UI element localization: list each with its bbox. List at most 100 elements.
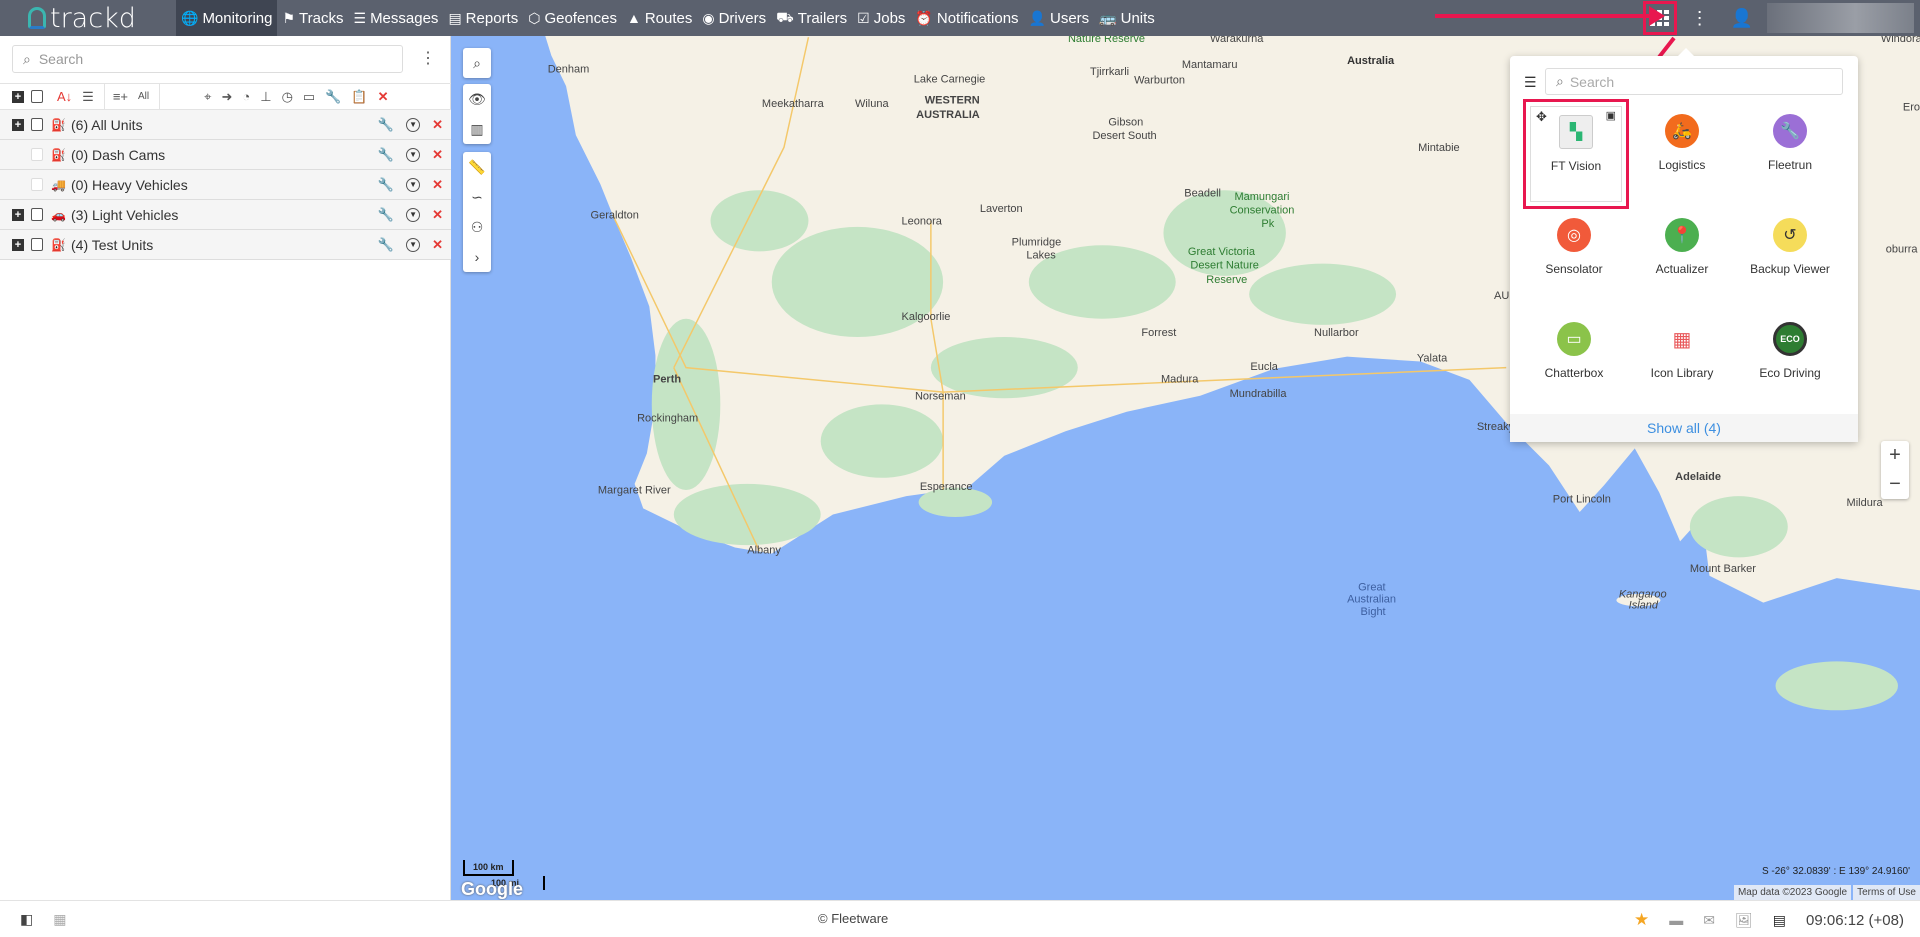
- search-icon: ⌕: [23, 50, 31, 67]
- favorite-star-icon[interactable]: ★: [1634, 910, 1649, 930]
- unit-group-row[interactable]: + 🚗 (3) Light Vehicles 🔧 ▼ ✕: [0, 200, 451, 230]
- chevron-right-icon[interactable]: ›: [463, 242, 491, 272]
- nodes-icon[interactable]: ⚇: [463, 212, 491, 242]
- nav-tracks[interactable]: ⚑ Tracks: [277, 0, 348, 36]
- nav-reports[interactable]: ▤ Reports: [443, 0, 523, 36]
- notifications-panel-icon[interactable]: ▬: [1669, 912, 1683, 928]
- row-checkbox[interactable]: [31, 208, 43, 221]
- clipboard-icon[interactable]: 📋: [351, 89, 367, 105]
- search-icon[interactable]: ⌕: [463, 48, 491, 78]
- dropdown-icon[interactable]: ▼: [406, 117, 421, 132]
- svg-text:Conservation: Conservation: [1230, 204, 1295, 216]
- routes-icon: ▲: [626, 10, 641, 26]
- delete-icon[interactable]: ✕: [432, 207, 443, 223]
- route-icon[interactable]: ∽: [463, 182, 491, 212]
- map-layers-icon[interactable]: ▥: [463, 114, 491, 144]
- unit-group-row[interactable]: + ⛽ (6) All Units 🔧 ▼ ✕: [0, 110, 451, 140]
- terms-link[interactable]: Terms of Use: [1853, 885, 1920, 900]
- nav-jobs[interactable]: ☑ Jobs: [852, 0, 910, 36]
- app-eco-driving[interactable]: ECO Eco Driving: [1736, 306, 1844, 410]
- eye-icon[interactable]: 👁: [463, 84, 491, 114]
- svg-text:Windorah: Windorah: [1881, 36, 1920, 45]
- zoom-in-button[interactable]: +: [1881, 441, 1909, 470]
- map-search-control[interactable]: ⌕: [463, 48, 491, 78]
- select-all-checkbox[interactable]: [31, 90, 43, 103]
- messages-icon[interactable]: ✉: [1703, 912, 1715, 929]
- apps-search-input[interactable]: ⌕ Search: [1545, 68, 1843, 95]
- image-icon[interactable]: 🖼: [1735, 912, 1753, 929]
- expand-icon[interactable]: +: [12, 118, 24, 131]
- delete-icon[interactable]: ✕: [432, 147, 443, 163]
- dropdown-icon[interactable]: ▼: [406, 147, 421, 162]
- app-icon-library[interactable]: ▦ Icon Library: [1628, 306, 1736, 410]
- main-nav: 🌐 Monitoring ⚑ Tracks ☰ Messages ▤ Reports ⬡…: [176, 0, 1160, 36]
- dropdown-icon[interactable]: ▼: [406, 177, 421, 192]
- svg-text:Yalata: Yalata: [1417, 353, 1448, 365]
- apps-grid-icon[interactable]: ▦: [53, 911, 66, 928]
- battery-icon[interactable]: ▭: [303, 89, 315, 105]
- nav-users[interactable]: 👤 Users: [1024, 0, 1095, 36]
- arrow-right-icon[interactable]: ➜: [221, 89, 232, 105]
- delete-icon[interactable]: ✕: [432, 117, 443, 133]
- expand-icon[interactable]: +: [12, 238, 24, 251]
- add-to-list-icon[interactable]: ≡+: [113, 89, 128, 104]
- move-icon[interactable]: ✥: [1536, 109, 1547, 125]
- logo[interactable]: trackd: [0, 0, 176, 36]
- list-view-icon[interactable]: ☰: [1524, 74, 1537, 91]
- user-name-redacted: [1767, 3, 1914, 33]
- wrench-icon[interactable]: 🔧: [325, 89, 341, 105]
- show-all-link[interactable]: Show all (4): [1510, 414, 1858, 442]
- nav-messages[interactable]: ☰ Messages: [349, 0, 444, 36]
- row-checkbox[interactable]: [31, 178, 43, 191]
- unit-group-row[interactable]: ⛽ (0) Dash Cams 🔧 ▼ ✕: [0, 140, 451, 170]
- delete-icon[interactable]: ✕: [378, 89, 389, 105]
- app-ft-vision[interactable]: ✥ ▣ ▚ FT Vision: [1523, 99, 1629, 209]
- wrench-icon[interactable]: 🔧: [378, 117, 394, 133]
- wrench-icon[interactable]: 🔧: [378, 207, 394, 223]
- layout-icon[interactable]: ▤: [1773, 912, 1786, 929]
- more-menu-icon[interactable]: ⋮: [1691, 8, 1709, 29]
- delete-icon[interactable]: ✕: [432, 237, 443, 253]
- app-actualizer[interactable]: 📍 Actualizer: [1628, 202, 1736, 306]
- unit-group-row[interactable]: 🚚 (0) Heavy Vehicles 🔧 ▼ ✕: [0, 170, 451, 200]
- annotation-arrow: [1435, 6, 1665, 26]
- row-checkbox[interactable]: [31, 148, 43, 161]
- app-chatterbox[interactable]: ▭ Chatterbox: [1520, 306, 1628, 410]
- sidebar-menu-icon[interactable]: ⋮: [420, 48, 436, 68]
- ruler-icon[interactable]: 📏: [463, 152, 491, 182]
- speedometer-icon[interactable]: ◷: [282, 89, 293, 105]
- unit-search-input[interactable]: ⌕ Search: [12, 45, 403, 73]
- expand-all-icon[interactable]: +: [12, 90, 24, 103]
- open-window-icon[interactable]: ▣: [1606, 109, 1616, 122]
- unit-group-row[interactable]: + ⛽ (4) Test Units 🔧 ▼ ✕: [0, 230, 451, 260]
- nav-geofences[interactable]: ⬡ Geofences: [523, 0, 622, 36]
- app-logistics[interactable]: 🛵 Logistics: [1628, 98, 1736, 202]
- wrench-icon[interactable]: 🔧: [378, 177, 394, 193]
- nav-notifications[interactable]: ⏰ Notifications: [910, 0, 1023, 36]
- wrench-icon[interactable]: 🔧: [378, 237, 394, 253]
- expand-icon[interactable]: +: [12, 208, 24, 221]
- nav-monitoring[interactable]: 🌐 Monitoring: [176, 0, 278, 36]
- wrench-icon[interactable]: 🔧: [378, 147, 394, 163]
- dropdown-icon[interactable]: ▼: [406, 237, 421, 252]
- toggle-sidebar-icon[interactable]: ◧: [20, 911, 33, 928]
- app-fleetrun[interactable]: 🔧 Fleetrun: [1736, 98, 1844, 202]
- row-checkbox[interactable]: [31, 118, 43, 131]
- list-all-icon[interactable]: All: [138, 91, 149, 102]
- sort-az-icon[interactable]: A↓: [57, 89, 72, 104]
- signal-icon[interactable]: ◔: [242, 89, 250, 104]
- nav-routes[interactable]: ▲ Routes: [622, 0, 697, 36]
- dropdown-icon[interactable]: ▼: [406, 207, 421, 222]
- nav-units[interactable]: 🚌 Units: [1094, 0, 1160, 36]
- list-options-icon[interactable]: ☰: [82, 89, 94, 105]
- user-account-icon[interactable]: 👤: [1731, 8, 1753, 29]
- nav-drivers[interactable]: ◉ Drivers: [697, 0, 771, 36]
- nav-trailers[interactable]: ⛟ Trailers: [771, 0, 852, 36]
- delete-icon[interactable]: ✕: [432, 177, 443, 193]
- network-icon[interactable]: ⊥: [260, 89, 271, 105]
- app-sensolator[interactable]: ◎ Sensolator: [1520, 202, 1628, 306]
- locate-icon[interactable]: ⌖: [204, 89, 211, 105]
- zoom-out-button[interactable]: −: [1881, 470, 1909, 499]
- app-backup-viewer[interactable]: ↺ Backup Viewer: [1736, 202, 1844, 306]
- row-checkbox[interactable]: [31, 238, 43, 251]
